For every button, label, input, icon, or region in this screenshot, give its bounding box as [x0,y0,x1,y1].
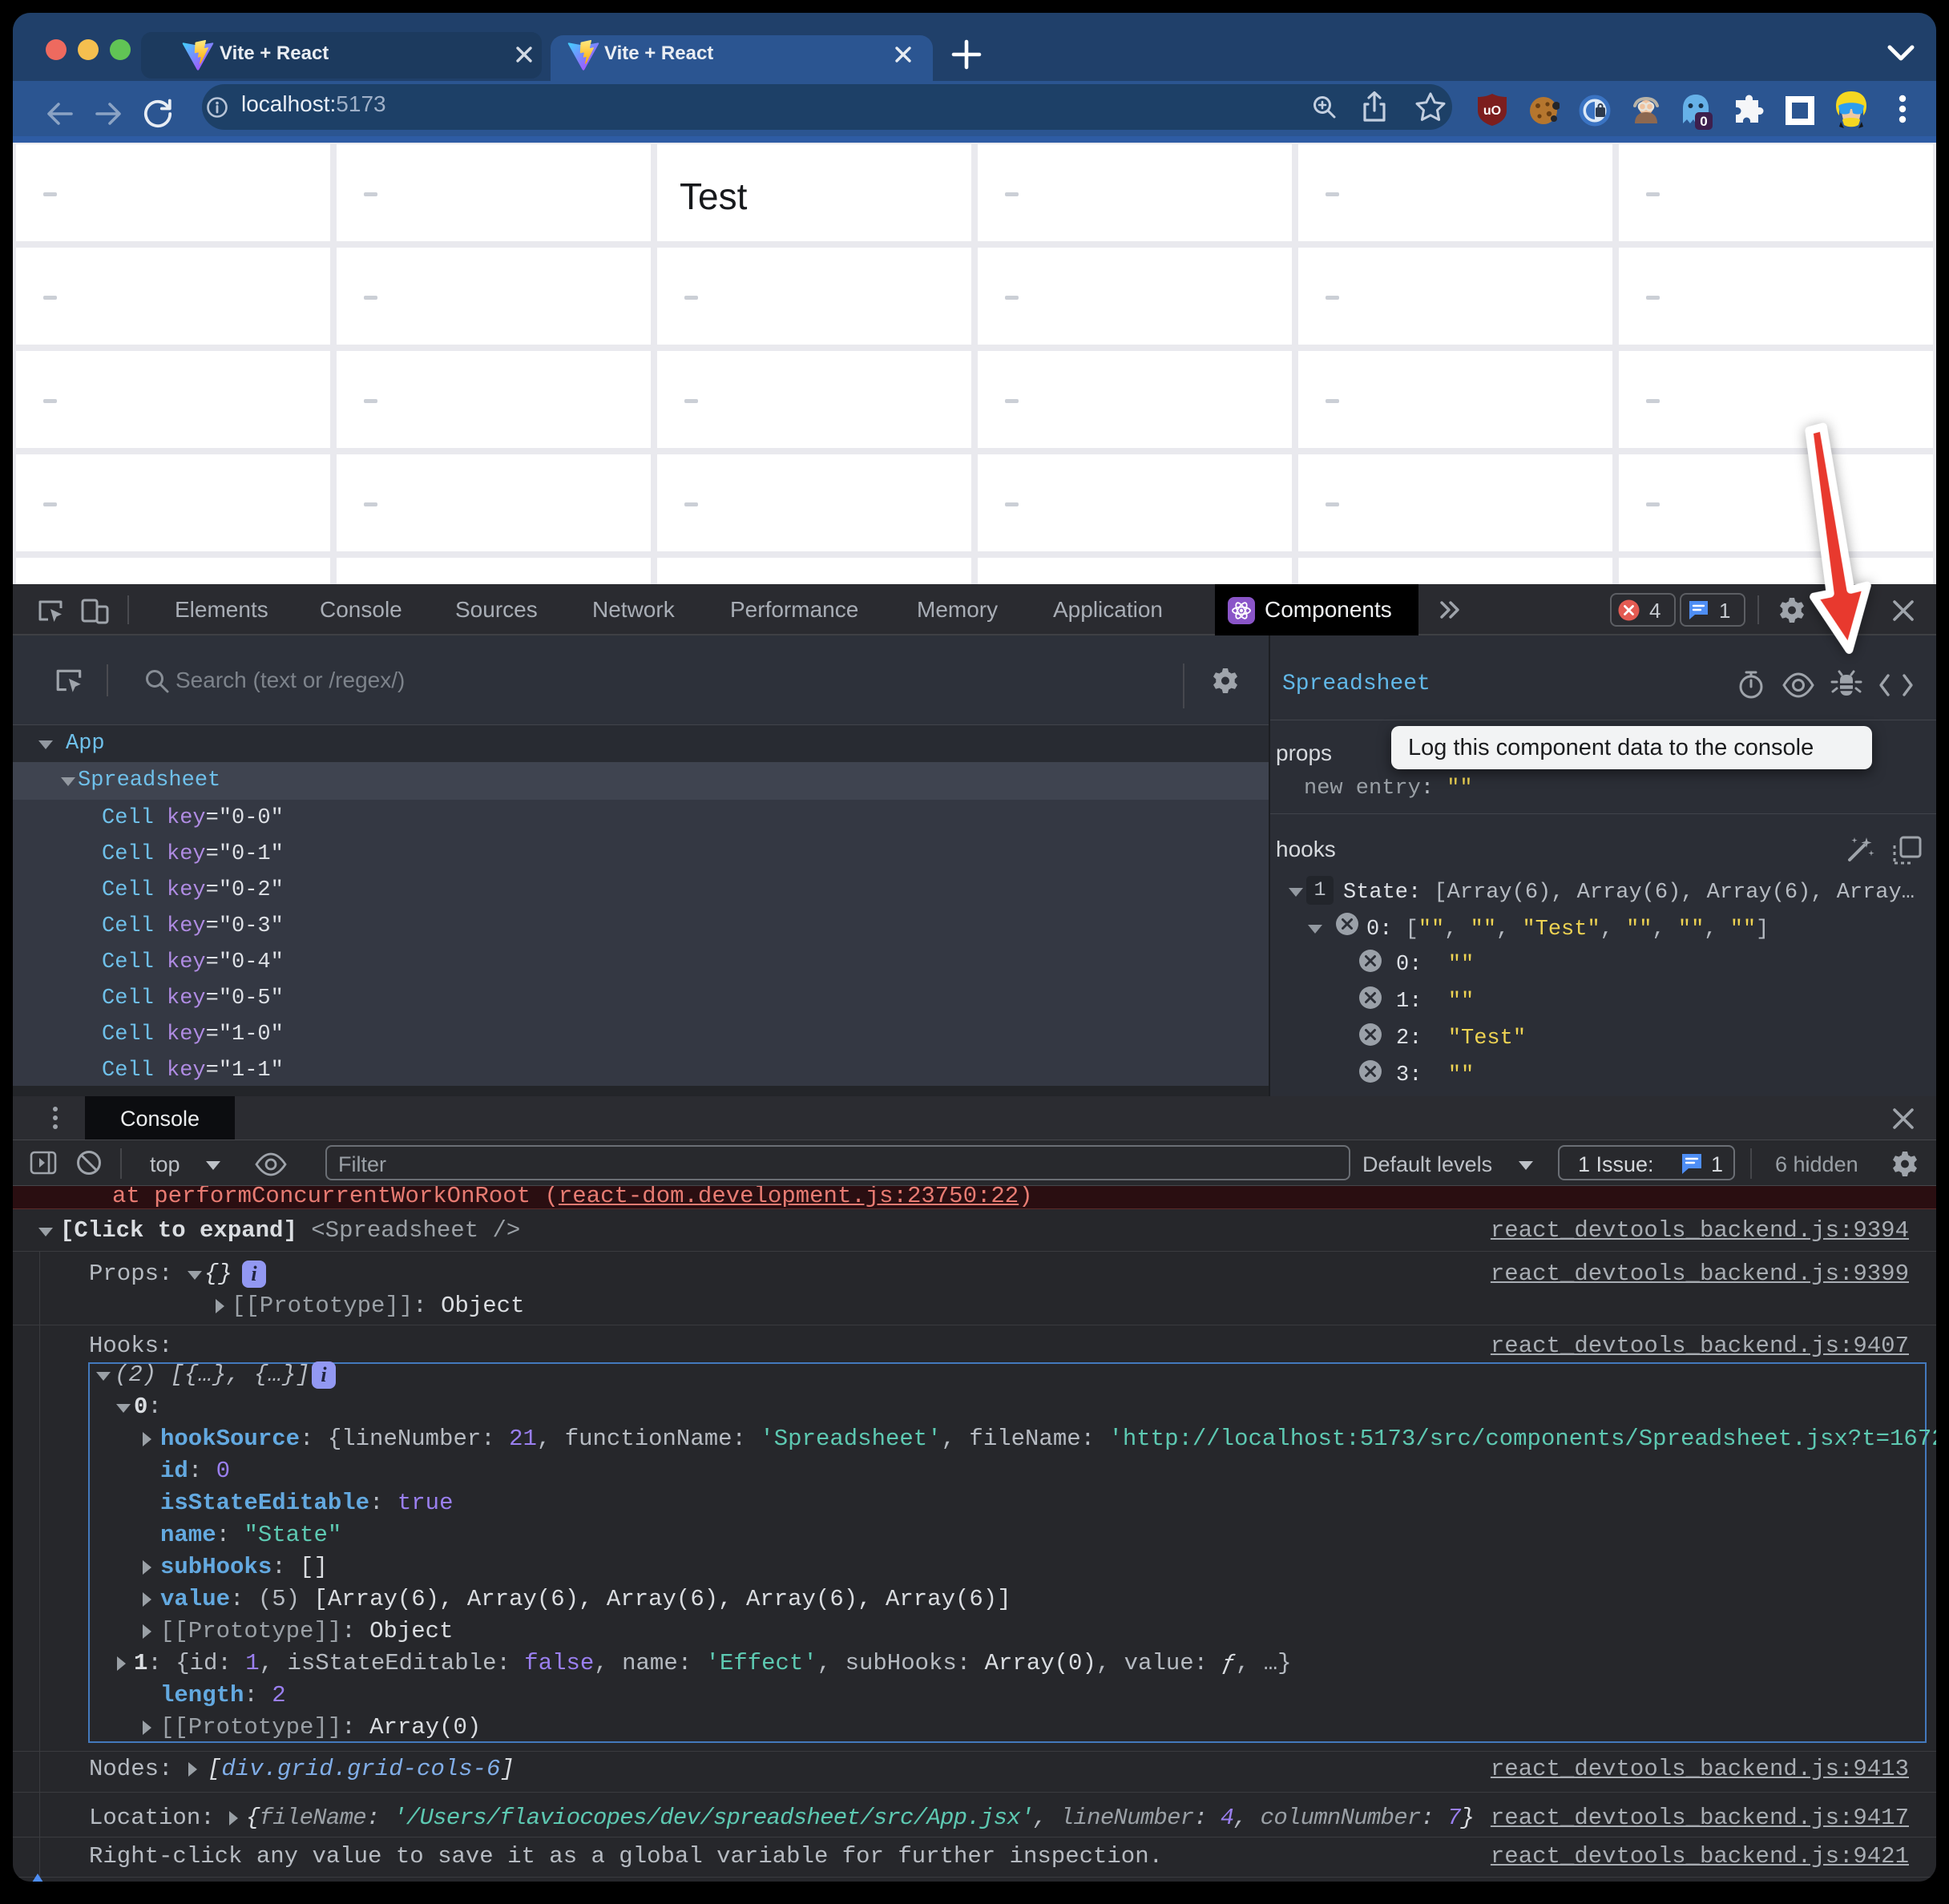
svg-text:uO: uO [1483,104,1501,118]
svg-text:0: 0 [1700,114,1707,129]
